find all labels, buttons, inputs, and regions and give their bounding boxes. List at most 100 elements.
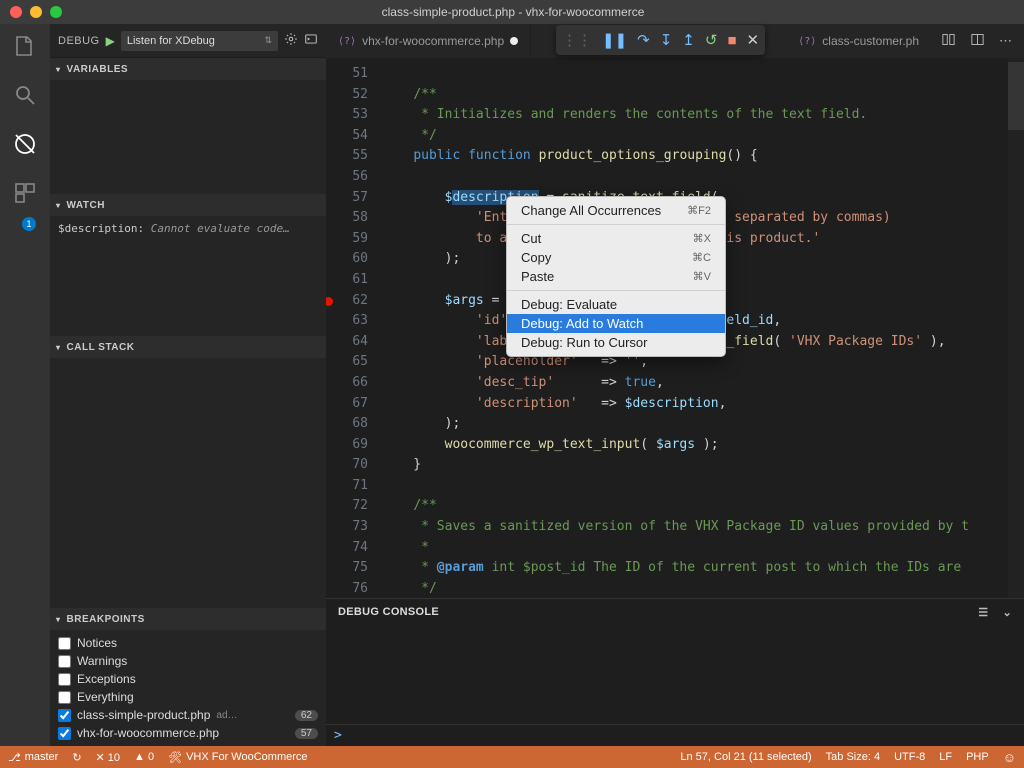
breakpoint-item[interactable]: Notices (50, 634, 326, 652)
git-sync[interactable]: ↻ (72, 751, 81, 764)
breakpoint-item[interactable]: class-simple-product.php ad…62 (50, 706, 326, 724)
titlebar: class-simple-product.php - vhx-for-wooco… (0, 0, 1024, 24)
debug-label: DEBUG (58, 35, 100, 47)
breakpoint-line-count: 62 (295, 710, 318, 721)
breakpoint-label: Exceptions (77, 672, 136, 686)
context-menu-item[interactable]: Change All Occurrences⌘F2 (507, 201, 725, 220)
gear-icon[interactable] (284, 32, 298, 49)
breakpoint-item[interactable]: Everything (50, 688, 326, 706)
zoom-window-icon[interactable] (50, 6, 62, 18)
watch-expr: $description: (58, 222, 144, 235)
step-into-icon[interactable]: ↧ (660, 31, 673, 49)
status-bar: ⎇master ↻ ✕ 10 ▲ 0 🛠VHX For WooCommerce … (0, 746, 1024, 768)
tab-class-customer[interactable]: ⟨?⟩ class-customer.ph (790, 34, 927, 48)
stop-icon[interactable]: ■ (727, 32, 736, 49)
split-editor-icon[interactable] (970, 32, 985, 50)
task-runner[interactable]: 🛠VHX For WooCommerce (168, 751, 307, 764)
filter-icon[interactable]: ☰ (978, 606, 988, 619)
minimap[interactable] (1008, 58, 1024, 598)
panel-header-watch[interactable]: WATCH (50, 194, 326, 216)
console-icon[interactable] (304, 32, 318, 49)
encoding[interactable]: UTF-8 (894, 751, 925, 763)
close-icon[interactable]: ✕ (747, 31, 760, 49)
breakpoint-item[interactable]: Warnings (50, 652, 326, 670)
context-menu-item[interactable]: Cut⌘X (507, 229, 725, 248)
breakpoint-item[interactable]: Exceptions (50, 670, 326, 688)
breakpoint-line-count: 57 (295, 728, 318, 739)
tab-size[interactable]: Tab Size: 4 (826, 751, 880, 763)
context-menu-item[interactable]: Debug: Run to Cursor (507, 333, 725, 352)
compare-icon[interactable] (941, 32, 956, 50)
breakpoint-label: vhx-for-woocommerce.php (77, 726, 219, 740)
drag-handle-icon[interactable]: ⋮⋮ (562, 31, 592, 49)
launch-config-name: Listen for XDebug (127, 35, 215, 47)
watch-value: Cannot evaluate code… (151, 222, 290, 235)
traffic-lights (0, 6, 62, 18)
launch-config-select[interactable]: Listen for XDebug (121, 31, 278, 51)
context-menu[interactable]: Change All Occurrences⌘F2 Cut⌘XCopy⌘CPast… (506, 196, 726, 357)
breakpoint-checkbox[interactable] (58, 709, 71, 722)
watch-item[interactable]: $description: Cannot evaluate code… (50, 220, 326, 237)
more-icon[interactable]: ⋯ (999, 33, 1012, 49)
context-menu-item[interactable]: Copy⌘C (507, 248, 725, 267)
debug-console-title[interactable]: DEBUG CONSOLE (338, 606, 439, 618)
debug-console-panel: DEBUG CONSOLE ☰ ⌄ > (326, 598, 1024, 746)
tab-vhx-for-woocommerce[interactable]: ⟨?⟩ vhx-for-woocommerce.php (326, 24, 531, 58)
editor-area: ⟨?⟩ vhx-for-woocommerce.php ⟨?⟩ class-cu… (326, 24, 1024, 746)
errors[interactable]: ✕ 10 (96, 751, 121, 764)
search-icon[interactable] (13, 83, 37, 110)
restart-icon[interactable]: ↺ (705, 31, 718, 49)
git-branch[interactable]: ⎇master (8, 751, 58, 764)
debug-sidebar: DEBUG ▶ Listen for XDebug VARIABLES WATC… (50, 24, 326, 746)
breakpoint-label: Notices (77, 636, 117, 650)
context-menu-item[interactable]: Debug: Add to Watch (507, 314, 725, 333)
console-prompt[interactable]: > (326, 724, 1024, 746)
breakpoint-label: Everything (77, 690, 134, 704)
callstack-body (50, 358, 326, 608)
panel-header-breakpoints[interactable]: BREAKPOINTS (50, 608, 326, 630)
tools-icon: 🛠 (168, 751, 182, 764)
branch-icon: ⎇ (8, 751, 21, 764)
breakpoints-body: Notices Warnings Exceptions Everything class… (50, 630, 326, 746)
minimize-window-icon[interactable] (30, 6, 42, 18)
prompt-caret: > (334, 728, 342, 743)
editor-actions: ⟨?⟩ class-customer.ph ⋯ (778, 24, 1024, 58)
language-mode[interactable]: PHP (966, 751, 989, 763)
breakpoint-checkbox[interactable] (58, 727, 71, 740)
start-debug-icon[interactable]: ▶ (106, 34, 115, 48)
step-out-icon[interactable]: ↥ (682, 31, 695, 49)
breakpoint-item[interactable]: vhx-for-woocommerce.php 57 (50, 724, 326, 742)
panel-header-variables[interactable]: VARIABLES (50, 58, 326, 80)
step-over-icon[interactable]: ↷ (637, 31, 650, 49)
variables-body (50, 80, 326, 194)
tab-label: vhx-for-woocommerce.php (362, 34, 504, 48)
context-menu-item[interactable]: Paste⌘V (507, 267, 725, 286)
context-menu-item[interactable]: Debug: Evaluate (507, 295, 725, 314)
breakpoint-label: Warnings (77, 654, 127, 668)
close-window-icon[interactable] (10, 6, 22, 18)
eol[interactable]: LF (939, 751, 952, 763)
badge: 1 (22, 217, 36, 231)
feedback-icon[interactable]: ☺ (1003, 750, 1016, 765)
debug-icon[interactable] (13, 132, 37, 159)
panel-header-callstack[interactable]: CALL STACK (50, 336, 326, 358)
breakpoint-checkbox[interactable] (58, 637, 71, 650)
php-file-icon: ⟨?⟩ (798, 36, 816, 47)
breakpoint-checkbox[interactable] (58, 655, 71, 668)
php-file-icon: ⟨?⟩ (338, 36, 356, 47)
debug-toolbar[interactable]: ⋮⋮ ❚❚ ↷ ↧ ↥ ↺ ■ ✕ (556, 25, 765, 55)
debug-topbar: DEBUG ▶ Listen for XDebug (50, 24, 326, 58)
explorer-icon[interactable] (13, 34, 37, 61)
warnings[interactable]: ▲ 0 (134, 751, 154, 763)
pause-icon[interactable]: ❚❚ (602, 31, 627, 49)
breakpoint-label: class-simple-product.php (77, 708, 210, 722)
window-title: class-simple-product.php - vhx-for-wooco… (62, 5, 964, 19)
tab-label: class-customer.ph (822, 34, 919, 48)
cursor-position[interactable]: Ln 57, Col 21 (11 selected) (680, 751, 811, 763)
breakpoint-checkbox[interactable] (58, 673, 71, 686)
breakpoint-checkbox[interactable] (58, 691, 71, 704)
watch-body: $description: Cannot evaluate code… (50, 216, 326, 336)
line-gutter: 5152535455565758596061626364656667686970… (326, 58, 382, 598)
chevron-down-icon[interactable]: ⌄ (1002, 606, 1012, 619)
extensions-icon[interactable]: 1 (13, 181, 37, 208)
